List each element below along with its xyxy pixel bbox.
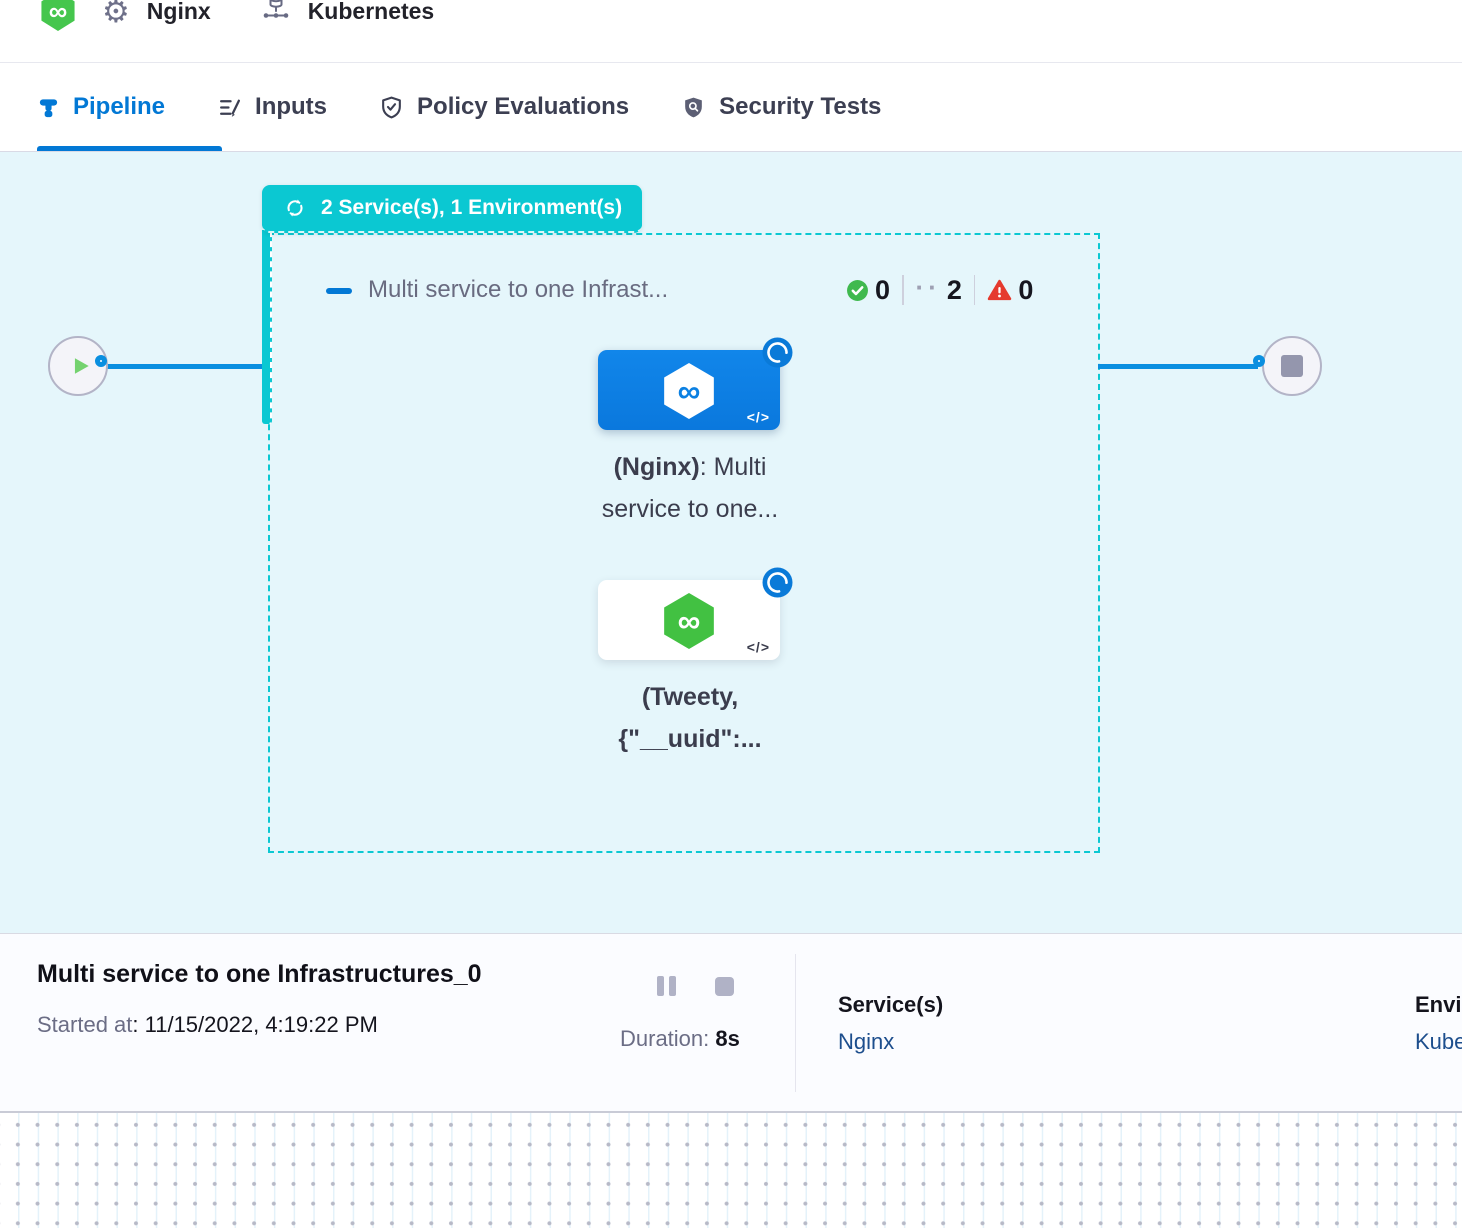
stage-card-tweety[interactable]: ∞ </> [598,580,780,660]
badge-label: 2 Service(s), 1 Environment(s) [321,196,622,220]
tab-policy-evaluations[interactable]: Policy Evaluations [379,93,629,121]
tab-label: Inputs [255,93,327,121]
pipeline-icon [37,96,60,119]
services-environments-badge[interactable]: 2 Service(s), 1 Environment(s) [262,185,642,233]
collapse-stage-icon[interactable] [326,288,352,294]
services-label: Service(s) [838,992,943,1018]
loop-icon [282,195,308,221]
stage-label-tweety: (Tweety, {"__uuid":... [540,676,840,760]
tab-pipeline[interactable]: Pipeline [37,93,165,121]
stage-group-left-bar [262,230,272,424]
code-icon: </> [747,409,770,425]
environment-link-kubernetes[interactable]: Kubernetes [1415,1029,1462,1055]
breadcrumb: ∞ ⚙ Nginx Kubernetes [40,0,434,36]
divider [795,954,796,1092]
pipeline-name: Nginx [147,0,211,25]
edge-connector-dot [1253,355,1265,367]
tab-bar: Pipeline Inputs Policy Evaluations Sec [0,63,1462,152]
tab-label: Security Tests [719,93,881,121]
harness-stage-icon: ∞ [662,363,716,419]
harness-logo-icon: ∞ [40,0,76,31]
edge-line [1098,364,1258,369]
tab-security-tests[interactable]: Security Tests [681,93,881,121]
running-count: 2 [947,275,962,306]
shield-check-icon [379,95,404,120]
top-bar: ∞ ⚙ Nginx Kubernetes [0,0,1462,63]
harness-stage-icon: ∞ [662,593,716,649]
execution-summary-panel: Multi service to one Infrastructures_0 S… [0,933,1462,1111]
services-block: Service(s) Nginx [838,992,943,1055]
stop-button[interactable] [715,977,734,996]
environments-block: Environment(s) Kubernetes [1415,992,1462,1055]
pipeline-end-node [1262,336,1322,396]
divider [902,275,904,305]
tab-label: Policy Evaluations [417,93,629,121]
stage-group-title: Multi service to one Infrast... [368,276,668,304]
edge-connector-dot [95,355,107,367]
failed-count: 0 [1018,275,1033,306]
harness-pipeline-execution-page: ∞ ⚙ Nginx Kubernetes Pipeline [0,0,1462,1228]
service-link-nginx[interactable]: Nginx [838,1029,943,1055]
stage-status-counts: 0 ·· 2 0 [846,273,1033,307]
running-spinner-icon [762,567,793,598]
inputs-icon [217,95,242,120]
execution-title: Multi service to one Infrastructures_0 [37,960,482,989]
stage-card-nginx[interactable]: ∞ </> [598,350,780,430]
shield-scan-icon [681,95,706,120]
stop-icon [1281,355,1303,377]
started-at: Started at: 11/15/2022, 4:19:22 PM [37,1012,378,1038]
failed-warning-icon [987,278,1012,303]
running-spinner-icon [762,337,793,368]
tab-inputs[interactable]: Inputs [217,93,327,121]
active-tab-underline [37,146,222,151]
edge-line [106,364,266,369]
duration: Duration: 8s [620,1026,740,1052]
canvas-grid-background [0,1111,1462,1228]
kubernetes-icon [261,0,291,26]
code-icon: </> [747,639,770,655]
environment-name: Kubernetes [308,0,435,25]
success-check-icon [846,279,869,302]
tab-label: Pipeline [73,93,165,121]
environments-label: Environment(s) [1415,992,1462,1018]
stage-group-box [268,233,1100,853]
pipeline-canvas[interactable]: 2 Service(s), 1 Environment(s) Multi ser… [0,152,1462,933]
pause-button[interactable] [657,976,676,996]
stage-label-nginx: (Nginx): Multi service to one... [540,446,840,530]
play-icon [70,355,92,377]
success-count: 0 [875,275,890,306]
divider [974,275,976,305]
gear-icon: ⚙ [102,0,130,27]
